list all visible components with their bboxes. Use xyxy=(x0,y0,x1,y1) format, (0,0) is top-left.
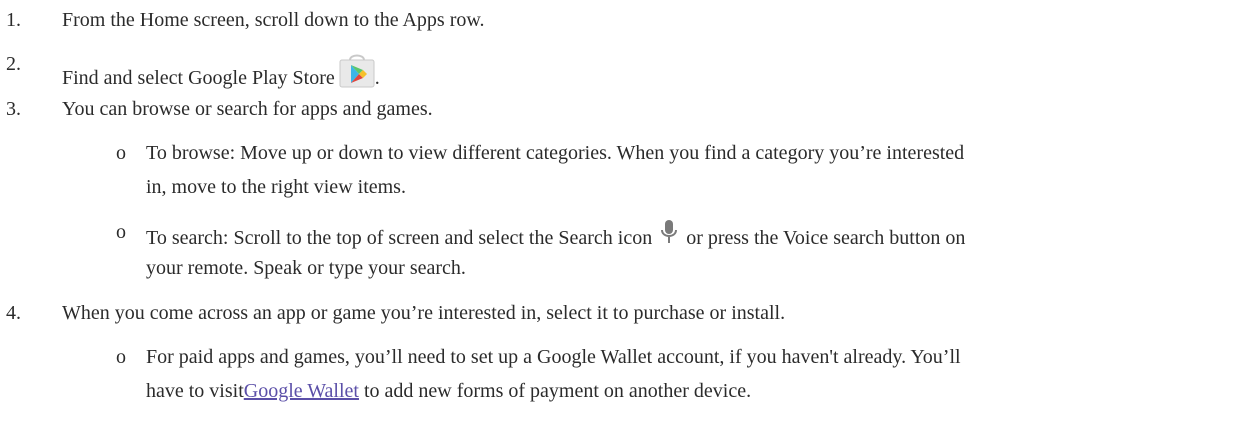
browse-text-line2: in, move to the right view items. xyxy=(146,176,406,198)
google-wallet-link[interactable]: Google Wallet xyxy=(244,380,359,402)
bullet-marker: o xyxy=(116,221,126,243)
step-number: 3. xyxy=(6,98,21,120)
browse-text-line1: To browse: Move up or down to view diffe… xyxy=(146,142,965,164)
google-play-store-icon xyxy=(339,52,375,88)
search-text-line2: your remote. Speak or type your search. xyxy=(146,257,466,279)
step-text: You can browse or search for apps and ga… xyxy=(62,98,433,120)
step-2-period: . xyxy=(374,67,380,89)
bullet-marker: o xyxy=(116,346,126,368)
step-text: When you come across an app or game you’… xyxy=(62,302,786,324)
step-2-content: Find and select Google Play Store . xyxy=(62,52,380,90)
search-line1: To search: Scroll to the top of screen a… xyxy=(146,220,965,250)
search-text-after: or press the Voice search button on xyxy=(686,227,966,249)
step-number: 2. xyxy=(6,53,21,75)
microphone-icon xyxy=(660,220,678,246)
wallet-text-after: to add new forms of payment on another d… xyxy=(358,380,752,402)
step-number: 4. xyxy=(6,302,21,324)
wallet-text-before: have to visit xyxy=(146,380,244,402)
bullet-marker: o xyxy=(116,142,126,164)
instructions-document: 1. From the Home screen, scroll down to … xyxy=(0,0,1237,440)
wallet-line2: have to visitGoogle Wallet to add new fo… xyxy=(146,379,751,403)
wallet-text-line1: For paid apps and games, you’ll need to … xyxy=(146,346,961,368)
step-number: 1. xyxy=(6,9,21,31)
step-text: Find and select Google Play Store xyxy=(62,67,335,89)
search-text-before: To search: Scroll to the top of screen a… xyxy=(146,227,653,249)
step-text: From the Home screen, scroll down to the… xyxy=(62,9,485,31)
